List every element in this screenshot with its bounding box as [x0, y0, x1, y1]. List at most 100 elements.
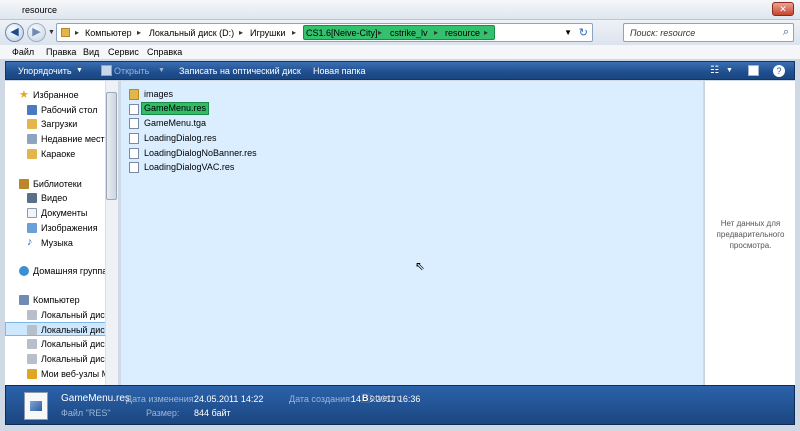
chevron-right-icon[interactable]: ▸ — [292, 28, 296, 37]
sidebar-computer[interactable]: Компьютер — [5, 293, 118, 307]
file-name: GameMenu.res — [141, 102, 210, 115]
search-icon[interactable]: ⌕ — [783, 26, 789, 39]
menu-tools[interactable]: Сервис — [108, 47, 139, 57]
address-dropdown-icon[interactable]: ▼ — [564, 28, 572, 37]
file-name: GameMenu.tga — [144, 118, 207, 128]
search-box[interactable]: Поиск: resource ⌕ — [623, 23, 794, 42]
documents-icon — [27, 208, 37, 218]
sidebar-item-label: Локальный диск — [41, 339, 109, 349]
close-button[interactable]: ✕ — [772, 2, 794, 16]
window-title: resource — [22, 5, 58, 15]
sidebar-item-label: Мои веб-узлы M — [41, 369, 110, 379]
file-icon — [129, 118, 139, 129]
file-thumbnail — [24, 392, 48, 420]
sidebar-item-desktop[interactable]: Рабочий стол — [5, 103, 118, 117]
sidebar-libraries[interactable]: Библиотеки — [5, 177, 118, 191]
chevron-right-icon[interactable]: ▸ — [239, 28, 243, 37]
sidebar-item-label: Локальный диск — [41, 354, 109, 364]
size-label: Размер: — [146, 408, 180, 418]
sidebar-item-label: Документы — [41, 208, 88, 218]
sidebar-item-label: Караоке — [41, 149, 76, 159]
menu-view[interactable]: Вид — [83, 47, 99, 57]
organize-button[interactable]: Упорядочить — [18, 66, 72, 76]
mouse-cursor-icon: ⇖ — [415, 259, 426, 273]
file-list[interactable]: images GameMenu.res GameMenu.tga Loading… — [121, 81, 703, 385]
forward-arrow-icon: ▶ — [32, 26, 41, 38]
sidebar-item-web-sites[interactable]: Мои веб-узлы M — [5, 367, 118, 381]
preview-message: Нет данных для предварительного просмотр… — [716, 219, 785, 250]
back-button[interactable]: ◀ — [5, 23, 24, 42]
sidebar-item-label: Локальный диск — [41, 325, 109, 335]
file-icon — [129, 133, 139, 144]
sidebar-item-label: Домашняя группа — [33, 266, 108, 276]
view-dropdown-icon[interactable]: ▼ — [726, 67, 733, 74]
breadcrumb-drive-d[interactable]: Локальный диск (D:) — [149, 28, 234, 38]
sidebar-homegroup[interactable]: Домашняя группа — [5, 264, 118, 278]
help-icon[interactable]: ? — [773, 65, 785, 77]
sidebar-item-drive-f[interactable]: Локальный диск — [5, 352, 118, 366]
drive-icon — [27, 310, 37, 320]
preview-pane-icon[interactable] — [748, 65, 759, 76]
forward-button[interactable]: ▶ — [27, 23, 46, 42]
pictures-icon — [27, 223, 37, 233]
menu-file[interactable]: Файл — [12, 47, 34, 57]
file-type: Файл "RES" — [61, 408, 111, 418]
file-name: LoadingDialogNoBanner.res — [144, 148, 257, 158]
sidebar-scrollbar-thumb[interactable] — [106, 92, 117, 200]
organize-dropdown-icon[interactable]: ▼ — [76, 67, 83, 74]
window-bottom-edge — [0, 426, 800, 431]
watermark: Botvet.ru — [361, 393, 402, 403]
chevron-right-icon[interactable]: ▸ — [137, 28, 141, 37]
sidebar-item-drive-e[interactable]: Локальный диск — [5, 337, 118, 351]
refresh-icon[interactable]: ↻ — [579, 26, 588, 39]
sidebar-item-documents[interactable]: Документы — [5, 206, 118, 220]
drive-icon — [27, 339, 37, 349]
sidebar-item-label: Библиотеки — [33, 179, 82, 189]
view-options-icon[interactable]: ☷ — [710, 65, 719, 76]
computer-icon — [19, 295, 29, 305]
history-dropdown-icon[interactable]: ▼ — [48, 29, 55, 36]
homegroup-icon — [19, 266, 29, 276]
search-input[interactable]: Поиск: resource — [630, 28, 695, 38]
open-dropdown-icon[interactable]: ▼ — [158, 67, 165, 74]
file-icon — [129, 162, 139, 173]
open-button[interactable]: Открыть — [114, 66, 149, 76]
chevron-right-icon[interactable]: ▸ — [434, 28, 438, 37]
sidebar-item-music[interactable]: ♪ Музыка — [5, 236, 118, 250]
drive-icon — [27, 354, 37, 364]
sidebar-item-label: Музыка — [41, 238, 73, 248]
sidebar-item-label: Недавние места — [41, 134, 110, 144]
chevron-right-icon[interactable]: ▸ — [75, 28, 79, 37]
sidebar-item-drive-d[interactable]: Локальный диск — [5, 322, 118, 336]
file-name: LoadingDialogVAC.res — [144, 162, 235, 172]
sidebar-item-drive-c[interactable]: Локальный диск — [5, 308, 118, 322]
breadcrumb-cs16[interactable]: CS1.6[Neive-City] — [306, 28, 378, 38]
sidebar-item-recent[interactable]: Недавние места — [5, 132, 118, 146]
preview-pane: Нет данных для предварительного просмотр… — [704, 81, 795, 385]
created-label: Дата создания: — [289, 394, 353, 404]
chevron-right-icon[interactable]: ▸ — [484, 28, 488, 37]
breadcrumb-computer[interactable]: Компьютер — [85, 28, 132, 38]
burn-button[interactable]: Записать на оптический диск — [179, 66, 301, 76]
menu-help[interactable]: Справка — [147, 47, 182, 57]
menu-edit[interactable]: Правка — [46, 47, 76, 57]
breadcrumb-cstrike[interactable]: cstrike_lv — [390, 28, 428, 38]
sidebar-item-label: Загрузки — [41, 119, 78, 129]
sidebar-item-label: Локальный диск — [41, 310, 109, 320]
sidebar-item-pictures[interactable]: Изображения — [5, 221, 118, 235]
drive-icon — [27, 325, 37, 335]
sidebar-item-video[interactable]: Видео — [5, 191, 118, 205]
navigation-pane: ★ Избранное Рабочий стол Загрузки Недавн… — [5, 81, 118, 385]
breadcrumb-games[interactable]: Игрушки — [250, 28, 285, 38]
details-filename: GameMenu.res — [61, 393, 130, 404]
music-icon: ♪ — [27, 236, 33, 248]
sidebar-item-karaoke[interactable]: Караоке — [5, 147, 118, 161]
downloads-icon — [27, 119, 37, 129]
sidebar-item-downloads[interactable]: Загрузки — [5, 117, 118, 131]
sidebar-favorites[interactable]: ★ Избранное — [5, 88, 118, 102]
chevron-right-icon[interactable]: ▸ — [378, 28, 382, 37]
breadcrumb-resource[interactable]: resource — [445, 28, 480, 38]
address-bar[interactable]: ▸ Компьютер ▸ Локальный диск (D:) ▸ Игру… — [56, 23, 593, 42]
close-icon: ✕ — [779, 4, 787, 14]
new-folder-button[interactable]: Новая папка — [313, 66, 365, 76]
